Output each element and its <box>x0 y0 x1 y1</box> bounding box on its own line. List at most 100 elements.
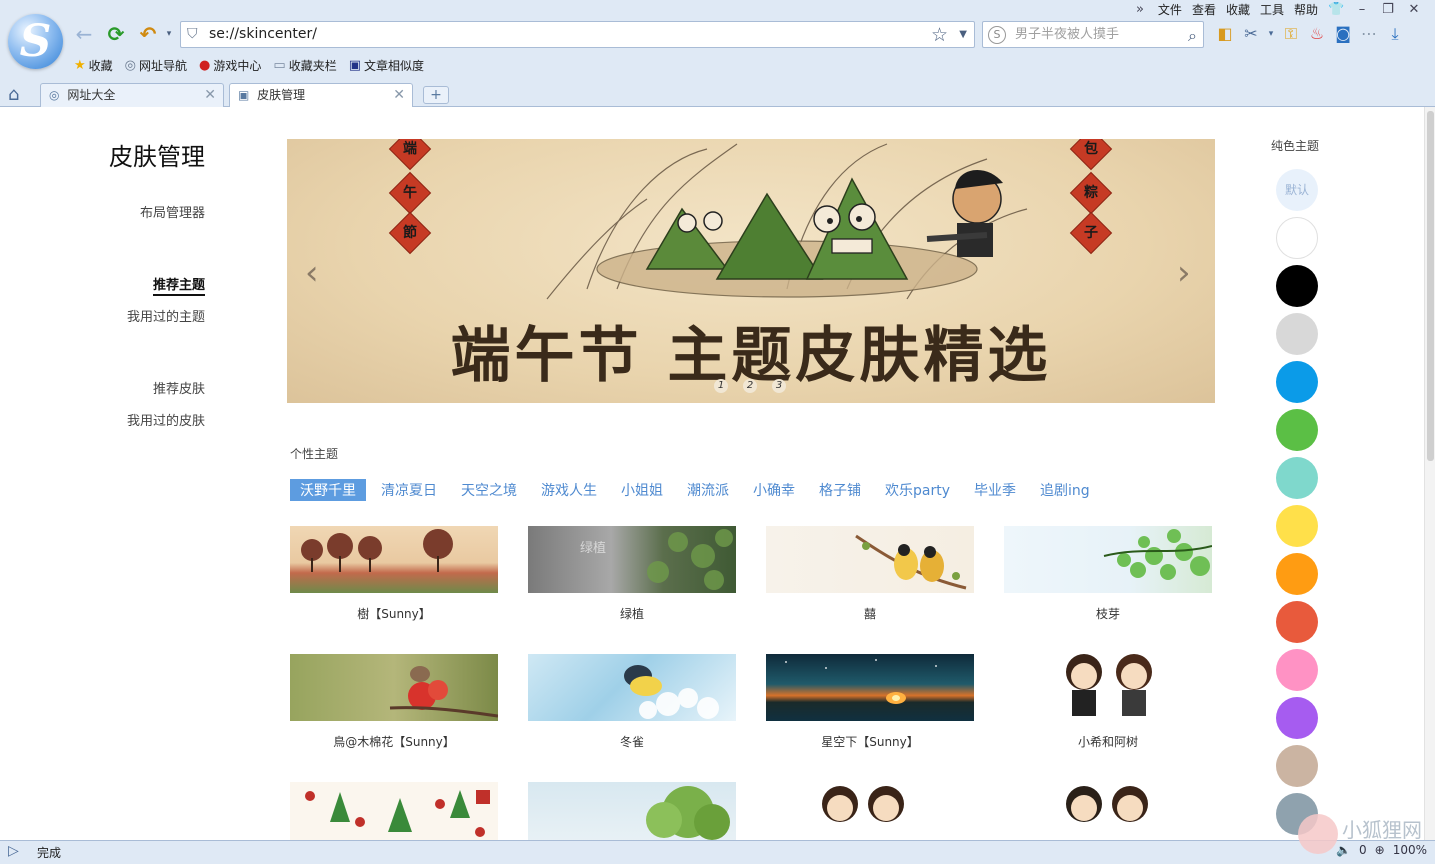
sidebar-item-used-themes[interactable]: 我用过的主题 <box>127 306 205 325</box>
menu-view[interactable]: 查看 <box>1187 0 1221 20</box>
address-dropdown-icon[interactable]: ▼ <box>959 22 967 47</box>
carousel-next-icon[interactable]: › <box>1177 253 1191 293</box>
vertical-scrollbar[interactable] <box>1424 107 1435 840</box>
sidebar-item-recommended-skins[interactable]: 推荐皮肤 <box>153 378 205 397</box>
category-tab-10[interactable]: 追剧ing <box>1040 480 1090 500</box>
play-icon[interactable]: ▷ <box>8 843 19 859</box>
undo-dropdown-icon[interactable]: ▾ <box>157 22 181 46</box>
theme-card[interactable] <box>528 782 736 840</box>
theme-card[interactable]: 枝芽 <box>1004 526 1212 622</box>
category-tab-3[interactable]: 游戏人生 <box>541 480 597 500</box>
tab-url-directory[interactable]: ◎ 网址大全 ✕ <box>40 83 224 107</box>
category-tab-6[interactable]: 小确幸 <box>753 480 795 500</box>
swatch-blue[interactable] <box>1276 361 1318 403</box>
new-tab-button[interactable]: + <box>423 86 449 104</box>
zoom-level[interactable]: 100% <box>1393 843 1427 857</box>
category-tab-0[interactable]: 沃野千里 <box>290 479 366 501</box>
key-icon[interactable]: ⚿ <box>1278 22 1304 46</box>
restore-icon[interactable]: ❐ <box>1375 0 1401 20</box>
svg-text:绿植: 绿植 <box>580 541 606 556</box>
minimize-icon[interactable]: – <box>1349 0 1375 20</box>
theme-card[interactable] <box>290 782 498 840</box>
translate-icon[interactable]: ♨ <box>1304 22 1330 46</box>
theme-card[interactable] <box>1004 782 1212 840</box>
swatch-red[interactable] <box>1276 601 1318 643</box>
category-tab-9[interactable]: 毕业季 <box>974 480 1016 500</box>
category-tab-4[interactable]: 小姐姐 <box>621 480 663 500</box>
browser-logo-icon[interactable]: S <box>8 14 63 69</box>
carousel-page-1[interactable]: 1 <box>714 379 728 393</box>
swatch-purple[interactable] <box>1276 697 1318 739</box>
theme-card[interactable]: 小希和阿树 <box>1004 654 1212 750</box>
search-box[interactable]: S ⌕ <box>982 21 1204 48</box>
category-tab-2[interactable]: 天空之境 <box>461 480 517 500</box>
bookmark-nav[interactable]: ◎ 网址导航 <box>125 57 187 74</box>
close-tab-icon[interactable]: ✕ <box>393 84 405 107</box>
address-text[interactable]: se://skincenter/ <box>209 22 317 47</box>
home-icon[interactable]: ⌂ <box>8 84 19 105</box>
watermark-text: 小狐狸网 <box>1342 818 1422 842</box>
bookmark-article[interactable]: ▣ 文章相似度 <box>349 57 424 74</box>
download-icon[interactable]: ⤓ <box>1382 22 1408 46</box>
search-engine-icon[interactable]: S <box>988 26 1006 44</box>
carousel-page-3[interactable]: 3 <box>772 379 786 393</box>
carousel-page-2[interactable]: 2 <box>743 379 757 393</box>
swatch-beige[interactable] <box>1276 745 1318 787</box>
search-input[interactable] <box>1015 24 1175 45</box>
back-icon[interactable]: ← <box>72 22 96 46</box>
bookmark-star-icon[interactable]: ☆ <box>931 23 948 48</box>
theme-thumbnail <box>1004 526 1212 593</box>
volume-icon[interactable]: 🔈 <box>1336 843 1351 857</box>
tab-skin-manager[interactable]: ▣ 皮肤管理 ✕ <box>229 83 413 108</box>
menu-file[interactable]: 文件 <box>1153 0 1187 20</box>
more-tools-icon[interactable]: ⋯ <box>1356 22 1382 46</box>
screenshot-icon[interactable]: ✂ <box>1238 22 1264 46</box>
download-count[interactable]: 0 <box>1359 843 1367 857</box>
menu-tools[interactable]: 工具 <box>1255 0 1289 20</box>
theme-card[interactable]: 绿植 绿植 <box>528 526 736 622</box>
search-icon[interactable]: ⌕ <box>1188 23 1197 48</box>
theme-card[interactable] <box>766 782 974 840</box>
zoom-icon[interactable]: ⊕ <box>1375 843 1385 857</box>
menu-favorites[interactable]: 收藏 <box>1221 0 1255 20</box>
sidebar-item-layout-manager[interactable]: 布局管理器 <box>140 202 205 221</box>
sidebar-item-recommended-themes[interactable]: 推荐主题 <box>152 274 205 296</box>
theme-card[interactable]: 囍 <box>766 526 974 622</box>
theme-card[interactable]: 鳥@木棉花【Sunny】 <box>290 654 498 750</box>
sidebar-item-used-skins[interactable]: 我用过的皮肤 <box>127 410 205 429</box>
close-tab-icon[interactable]: ✕ <box>204 84 216 107</box>
theme-card[interactable]: 冬雀 <box>528 654 736 750</box>
category-tab-7[interactable]: 格子铺 <box>819 480 861 500</box>
carousel-prev-icon[interactable]: ‹ <box>305 253 319 293</box>
swatch-yellow[interactable] <box>1276 505 1318 547</box>
theme-card[interactable]: 星空下【Sunny】 <box>766 654 974 750</box>
bookmark-folder[interactable]: ▭ 收藏夹栏 <box>273 57 336 74</box>
bookmark-games[interactable]: ● 游戏中心 <box>199 57 261 74</box>
bookmark-favorites[interactable]: ★ 收藏 <box>74 57 113 74</box>
sidebar-icon[interactable]: ◧ <box>1212 22 1238 46</box>
address-bar[interactable]: ⛉ se://skincenter/ ☆ ▼ <box>180 21 975 48</box>
screenshot-dropdown-icon[interactable]: ▾ <box>1264 22 1278 46</box>
banner-carousel[interactable]: 端 午 節 包 粽 子 端午节 主题皮肤精选 ‹ › 1 2 3 <box>287 139 1215 403</box>
category-tab-8[interactable]: 欢乐party <box>885 480 950 500</box>
swatch-orange[interactable] <box>1276 553 1318 595</box>
category-tab-5[interactable]: 潮流派 <box>687 480 729 500</box>
search-page-icon[interactable]: ◙ <box>1330 22 1356 46</box>
skin-icon[interactable]: 👕 <box>1323 0 1349 20</box>
close-window-icon[interactable]: ✕ <box>1401 0 1427 20</box>
swatch-default[interactable]: 默认 <box>1276 169 1318 211</box>
swatch-light-gray[interactable] <box>1276 313 1318 355</box>
swatch-pink[interactable] <box>1276 649 1318 691</box>
refresh-icon[interactable]: ⟳ <box>104 22 128 46</box>
category-tab-1[interactable]: 清凉夏日 <box>381 480 437 500</box>
swatch-teal[interactable] <box>1276 457 1318 499</box>
more-icon[interactable]: » <box>1127 0 1153 20</box>
menu-help[interactable]: 帮助 <box>1289 0 1323 20</box>
theme-thumbnail <box>290 782 498 840</box>
theme-card[interactable]: 樹【Sunny】 <box>290 526 498 622</box>
swatch-black[interactable] <box>1276 265 1318 307</box>
swatch-green[interactable] <box>1276 409 1318 451</box>
scrollbar-thumb[interactable] <box>1427 111 1434 461</box>
banner-seal: 粽 <box>1071 173 1111 213</box>
swatch-white[interactable] <box>1276 217 1318 259</box>
